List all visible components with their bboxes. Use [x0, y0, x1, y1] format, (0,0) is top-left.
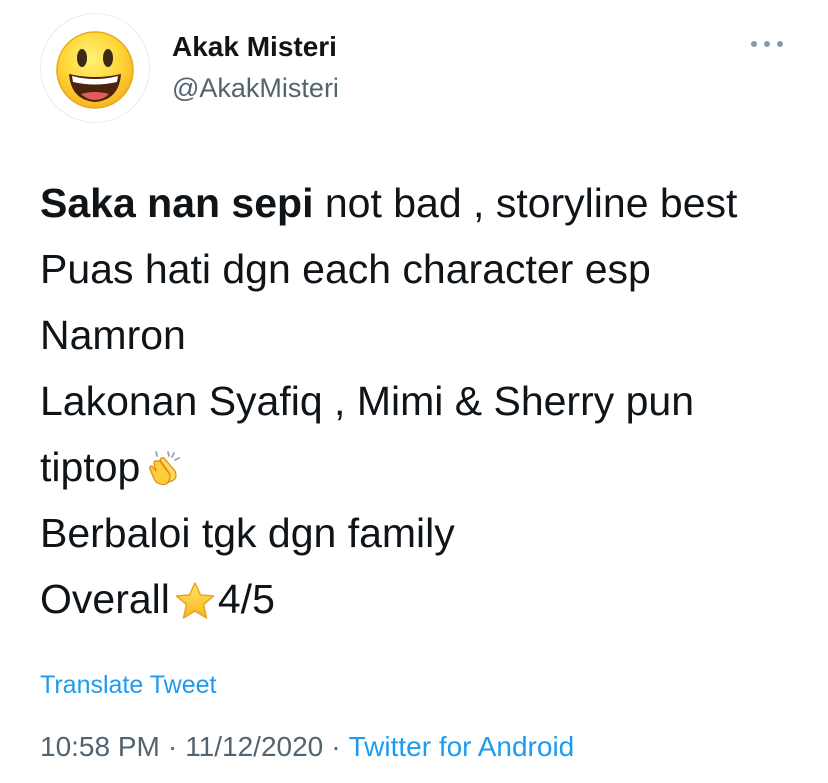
meta-separator: · [167, 731, 178, 762]
tweet-bold-title: Saka nan sepi [40, 180, 314, 226]
tweet-text: Saka nan sepi not bad , storyline best P… [40, 170, 800, 632]
tweet-line: Berbaloi tgk dgn family [40, 510, 455, 556]
more-horizontal-icon [751, 41, 783, 47]
tweet-line-text: Overall [40, 576, 170, 622]
tweet-date[interactable]: 11/12/2020 [185, 731, 323, 762]
meta-separator: · [331, 731, 341, 762]
translate-tweet-link[interactable]: Translate Tweet [40, 671, 216, 700]
rating-value: 4/5 [217, 576, 275, 622]
tweet-line-text: not bad , storyline best [313, 180, 738, 226]
clapping-hands-icon [149, 451, 181, 486]
tweet-line: Saka nan sepi not bad , storyline best [40, 170, 800, 236]
tweet-line: Puas hati dgn each character esp [40, 246, 651, 292]
star-icon [175, 582, 215, 619]
user-handle[interactable]: @AkakMisteri [172, 73, 339, 104]
tweet-line-text: tiptop [40, 444, 141, 490]
tweet-line: Overall 4/5 [40, 566, 800, 632]
tweet-line: Namron [40, 312, 186, 358]
tweet-meta: 10:58 PM · 11/12/2020 · Twitter for Android [40, 731, 574, 763]
avatar[interactable] [40, 13, 150, 123]
tweet-line: tiptop [40, 434, 800, 500]
tweet-source-link[interactable]: Twitter for Android [349, 731, 575, 762]
tweet-line: Lakonan Syafiq , Mimi & Sherry pun [40, 378, 695, 424]
tweet-card: Akak Misteri @AkakMisteri Saka nan sepi … [0, 0, 828, 783]
tweet-time[interactable]: 10:58 PM [40, 731, 160, 762]
grinning-face-icon [56, 31, 134, 109]
more-options-button[interactable] [745, 31, 789, 57]
display-name[interactable]: Akak Misteri [172, 31, 337, 63]
tweet-header: Akak Misteri @AkakMisteri [40, 13, 790, 123]
